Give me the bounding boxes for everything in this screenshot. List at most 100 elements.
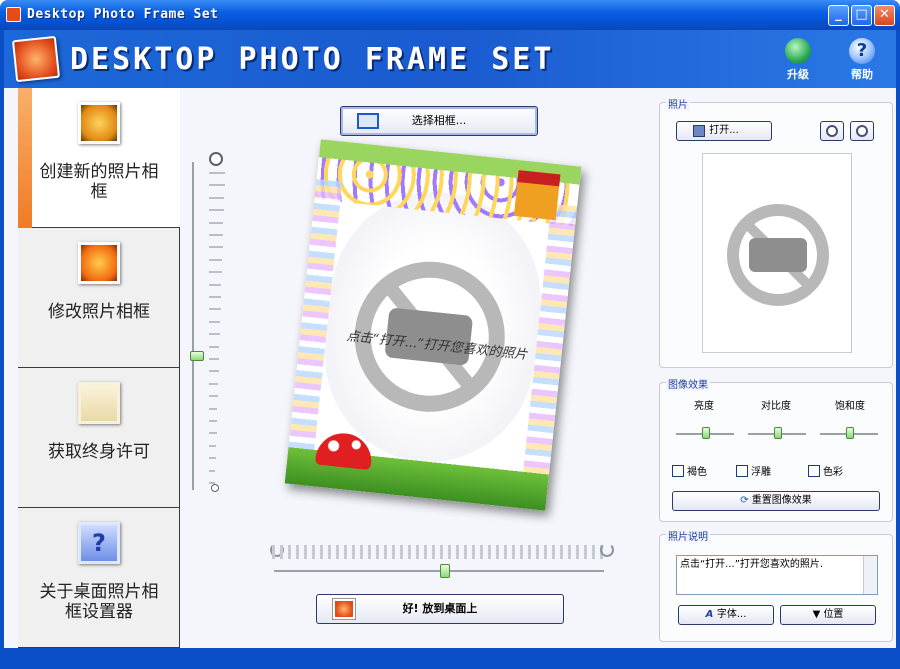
question-mark-icon: ? [78, 522, 120, 564]
sepia-label: 褐色 [687, 467, 707, 478]
certificate-icon [78, 382, 120, 424]
frame-icon [357, 113, 379, 129]
zoom-tick [209, 184, 225, 187]
yellow-flower-photo-icon [78, 102, 120, 144]
image-effects-group: 图像效果 亮度 对比度 饱和度 褐色 浮雕 色彩 ⟳ 重置图像效果 [659, 376, 893, 522]
color-checkbox[interactable]: 色彩 [808, 463, 843, 478]
checkbox-box[interactable] [672, 465, 684, 477]
help-button[interactable]: ? 帮助 [842, 38, 882, 82]
app-title: DESKTOP PHOTO FRAME SET [70, 42, 555, 77]
app-window: Desktop Photo Frame Set _ □ ✕ DESKTOP PH… [0, 0, 900, 669]
sidebar-item-about[interactable]: ? 关于桌面照片相框设置器 [18, 508, 180, 648]
minimize-button[interactable]: _ [828, 5, 849, 26]
zoom-out-button[interactable] [820, 121, 844, 141]
brightness-slider-thumb[interactable] [702, 427, 710, 439]
window-bottom-border [4, 648, 896, 669]
open-file-icon [693, 125, 705, 137]
zoom-slider-thumb[interactable] [190, 351, 204, 361]
sidebar-item-label: 获取终身许可 [48, 442, 150, 462]
font-label: 字体... [716, 609, 747, 620]
close-button[interactable]: ✕ [874, 5, 895, 26]
effects-group-title: 图像效果 [666, 376, 710, 391]
apply-to-desktop-button[interactable]: 好! 放到桌面上 [316, 594, 564, 624]
photo-icon [333, 599, 355, 619]
help-label: 帮助 [851, 68, 873, 81]
zoom-tick [209, 432, 217, 435]
app-window-icon [6, 7, 21, 22]
sepia-checkbox[interactable]: 褐色 [672, 463, 707, 478]
emboss-checkbox[interactable]: 浮雕 [736, 463, 771, 478]
window-title: Desktop Photo Frame Set [27, 7, 219, 22]
reset-label: 重置图像效果 [751, 495, 812, 506]
zoom-tick [209, 407, 218, 410]
photo-preview [702, 153, 852, 353]
contrast-label: 对比度 [761, 401, 791, 412]
caption-textarea[interactable]: 点击“打开...”打开您喜欢的照片. [676, 555, 878, 595]
brightness-label: 亮度 [694, 401, 714, 412]
zoom-tick [209, 420, 217, 422]
zoom-slider-track[interactable] [192, 162, 194, 490]
photo-frame-card[interactable]: 点击“打开...”打开您喜欢的照片 [284, 139, 582, 511]
magnifier-minus-icon [826, 125, 838, 137]
header-banner: DESKTOP PHOTO FRAME SET 升级 ? 帮助 [4, 30, 896, 88]
saturation-label: 饱和度 [835, 401, 865, 412]
zoom-out-icon [211, 484, 219, 492]
zoom-tick [209, 296, 221, 298]
caption-group-title: 照片说明 [666, 528, 710, 543]
zoom-tick [209, 209, 224, 212]
caption-group: 照片说明 点击“打开...”打开您喜欢的照片. A 字体... ▼ 位置 [659, 528, 893, 642]
caption-scrollbar[interactable] [863, 556, 877, 594]
zoom-tick [209, 457, 216, 460]
checkbox-box[interactable] [808, 465, 820, 477]
zoom-tick [209, 271, 222, 274]
sidebar-item-label: 修改照片相框 [48, 302, 150, 322]
rotation-slider-thumb[interactable] [440, 564, 450, 578]
zoom-tick [209, 382, 219, 385]
position-button[interactable]: ▼ 位置 [780, 605, 876, 625]
open-label: 打开... [709, 125, 739, 136]
font-button[interactable]: A 字体... [678, 605, 774, 625]
sidebar-item-modify[interactable]: 修改照片相框 [18, 228, 180, 368]
zoom-tick [209, 258, 223, 261]
zoom-tick [209, 345, 220, 348]
checkbox-box[interactable] [736, 465, 748, 477]
camera-icon [749, 238, 807, 272]
sidebar-item-create[interactable]: 创建新的照片相框 [18, 88, 180, 228]
emboss-label: 浮雕 [751, 467, 771, 478]
open-photo-button[interactable]: 打开... [676, 121, 772, 141]
upgrade-icon [785, 38, 811, 64]
magnifier-plus-icon [856, 125, 868, 137]
title-bar[interactable]: Desktop Photo Frame Set _ □ ✕ [0, 0, 900, 30]
rotation-slider-track[interactable] [274, 570, 604, 572]
reset-icon: ⟳ [740, 495, 752, 506]
frame-preview: 点击“打开...”打开您喜欢的照片 [284, 139, 582, 511]
zoom-in-button[interactable] [850, 121, 874, 141]
zoom-tick [209, 234, 223, 236]
zoom-tick [209, 320, 221, 323]
zoom-tick [209, 358, 219, 360]
dropdown-arrow-icon: ▼ [812, 609, 824, 620]
apply-label: 好! 放到桌面上 [402, 602, 478, 615]
select-frame-label: 选择相框... [411, 114, 467, 127]
zoom-tick [209, 221, 224, 224]
maximize-button[interactable]: □ [851, 5, 872, 26]
position-label: 位置 [823, 609, 844, 620]
rotate-right-icon [600, 543, 614, 557]
select-frame-button[interactable]: 选择相框... [340, 106, 538, 136]
reset-effects-button[interactable]: ⟳ 重置图像效果 [672, 491, 880, 511]
zoom-tick [209, 444, 217, 447]
rotation-scale [272, 545, 606, 559]
upgrade-button[interactable]: 升级 [778, 38, 818, 82]
app-logo-icon [11, 35, 61, 83]
contrast-slider-thumb[interactable] [774, 427, 782, 439]
zoom-tick [209, 308, 221, 311]
zoom-tick [209, 370, 219, 373]
saturation-slider-thumb[interactable] [846, 427, 854, 439]
zoom-tick [209, 469, 216, 472]
upgrade-label: 升级 [787, 68, 809, 81]
zoom-tick [209, 246, 223, 249]
caption-text: 点击“打开...”打开您喜欢的照片. [680, 559, 824, 570]
sidebar-item-license[interactable]: 获取终身许可 [18, 368, 180, 508]
client-area: 创建新的照片相框 修改照片相框 获取终身许可 ? 关于桌面照片相框设置器 选择相… [4, 88, 896, 648]
birdhouse-icon [513, 170, 561, 221]
